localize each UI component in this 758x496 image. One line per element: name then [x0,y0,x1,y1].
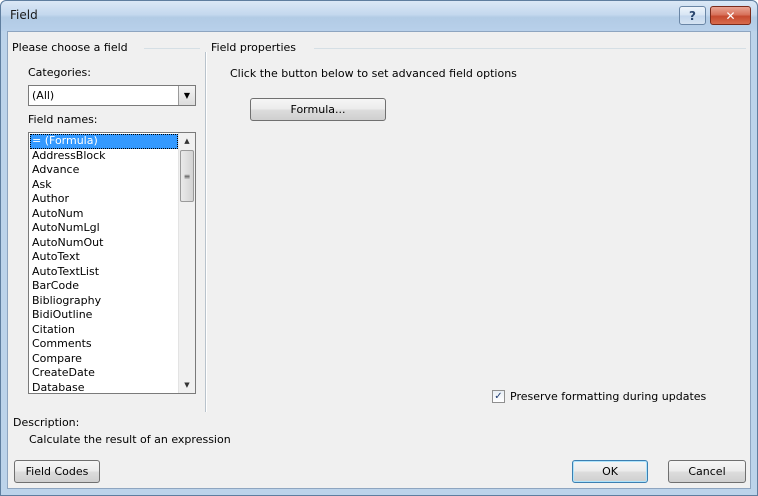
list-item[interactable]: AutoNum [30,207,178,222]
scroll-down-icon: ▼ [184,381,190,389]
list-item[interactable]: Comments [30,337,178,352]
field-codes-button[interactable]: Field Codes [14,460,100,483]
list-item[interactable]: AddressBlock [30,149,178,164]
preserve-formatting-label[interactable]: Preserve formatting during updates [510,390,706,403]
description-text: Calculate the result of an expression [29,433,231,446]
field-names-label: Field names: [28,113,98,126]
group-separator [205,52,207,412]
close-button[interactable]: ✕ [710,6,751,25]
check-icon: ✓ [494,391,503,402]
scroll-down-button[interactable]: ▼ [179,377,195,393]
choose-field-group-title: Please choose a field [12,41,128,54]
list-item[interactable]: CreateDate [30,366,178,381]
scroll-thumb[interactable]: ≡ [180,150,194,202]
list-item[interactable]: AutoNumOut [30,236,178,251]
list-item[interactable]: Author [30,192,178,207]
window-title: Field [10,8,38,22]
list-item[interactable]: AutoNumLgl [30,221,178,236]
cancel-button-label: Cancel [688,465,726,478]
help-icon: ? [689,8,696,23]
field-properties-group-title: Field properties [211,41,297,54]
categories-value: (All) [32,89,55,102]
categories-label: Categories: [28,66,91,79]
formula-button[interactable]: Formula... [250,98,386,121]
field-names-items: = (Formula) AddressBlock Advance Ask Author A… [30,134,178,394]
cancel-button[interactable]: Cancel [668,460,746,483]
help-button[interactable]: ? [679,6,706,25]
list-item[interactable]: Advance [30,163,178,178]
list-item[interactable]: AutoText [30,250,178,265]
close-icon: ✕ [725,8,736,23]
ok-button[interactable]: OK [572,460,648,483]
field-properties-group-line [314,48,746,49]
list-item[interactable]: Database [30,381,178,394]
scroll-up-button[interactable]: ▲ [179,133,195,149]
field-dialog: Field ? ✕ Please choose a field Categori… [0,0,758,496]
categories-dropdown-button[interactable]: ▼ [178,86,195,105]
list-item[interactable]: Ask [30,178,178,193]
list-item[interactable]: = (Formula) [30,134,178,149]
categories-dropdown[interactable]: (All) ▼ [28,85,196,106]
list-item[interactable]: Bibliography [30,294,178,309]
advanced-options-instruction: Click the button below to set advanced f… [230,67,517,80]
list-item[interactable]: Compare [30,352,178,367]
description-label: Description: [13,416,80,429]
list-item[interactable]: Citation [30,323,178,338]
ok-button-label: OK [602,465,618,478]
scroll-grip-icon: ≡ [183,171,191,181]
list-item[interactable]: BarCode [30,279,178,294]
field-codes-button-label: Field Codes [25,465,89,478]
formula-button-label: Formula... [290,103,346,116]
dialog-body: Please choose a field Categories: (All) … [7,31,751,489]
field-names-scrollbar[interactable]: ▲ ≡ ▼ [178,133,195,393]
scroll-up-icon: ▲ [184,137,190,145]
field-names-list[interactable]: = (Formula) AddressBlock Advance Ask Author A… [28,132,196,394]
list-item[interactable]: BidiOutline [30,308,178,323]
title-bar[interactable]: Field ? ✕ [1,1,757,31]
choose-field-group-line [144,48,200,49]
list-item[interactable]: AutoTextList [30,265,178,280]
chevron-down-icon: ▼ [183,91,191,100]
preserve-formatting-checkbox[interactable]: ✓ [492,390,505,403]
